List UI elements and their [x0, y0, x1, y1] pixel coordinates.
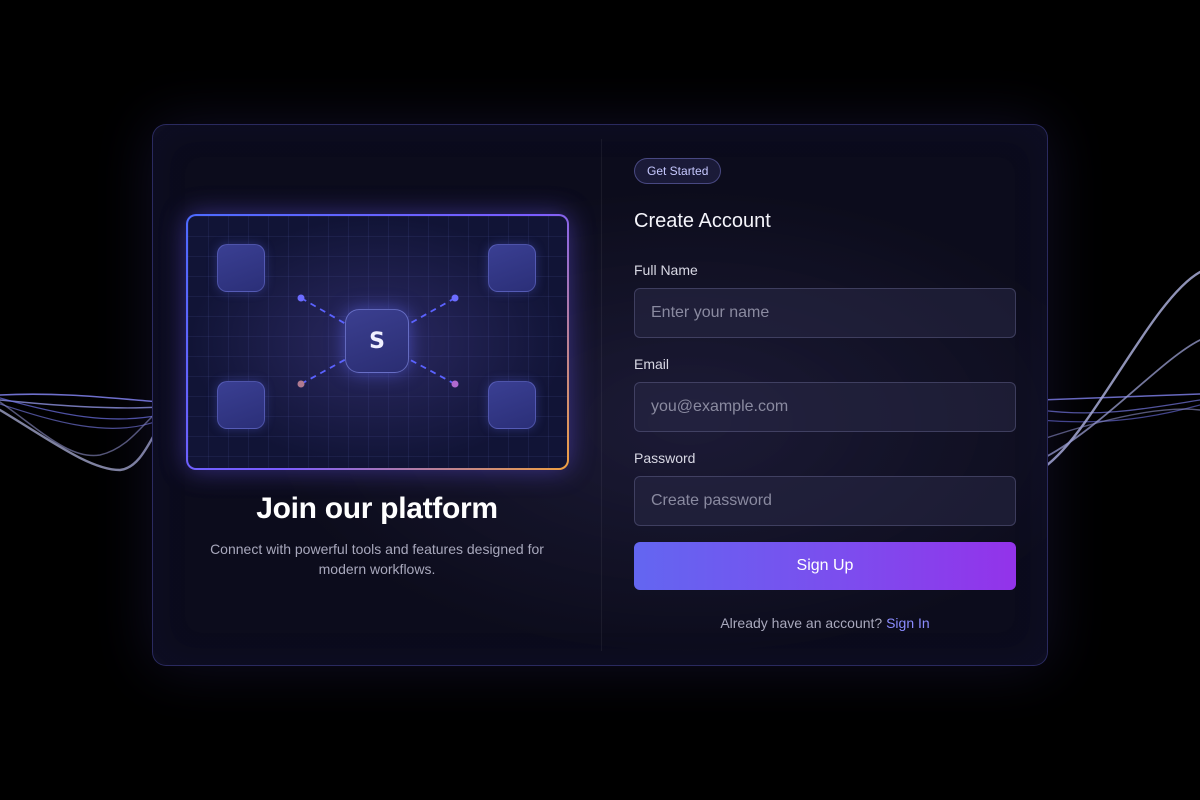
full-name-input[interactable] [651, 304, 999, 322]
email-label: Email [634, 356, 670, 372]
password-field[interactable] [634, 476, 1016, 526]
sign-in-link[interactable]: Sign In [886, 615, 930, 631]
hero-illustration: S [186, 214, 569, 470]
email-input[interactable] [651, 398, 999, 416]
app-tile-bottom-right [488, 381, 536, 429]
app-tile-top-left [217, 244, 265, 292]
left-panel-title: Join our platform [256, 492, 498, 525]
signin-prompt: Already have an account? Sign In [634, 615, 1016, 631]
node-dot [297, 294, 305, 302]
get-started-badge: Get Started [634, 158, 722, 184]
left-panel-subtitle: Connect with powerful tools and features… [210, 541, 544, 577]
node-dot [451, 294, 459, 302]
form-title: Create Account [634, 210, 771, 232]
email-field[interactable] [634, 382, 1016, 432]
signin-prompt-text: Already have an account? [720, 615, 883, 631]
illustration-grid: S [188, 216, 567, 468]
password-input[interactable] [651, 492, 999, 510]
panel-divider [601, 139, 602, 651]
full-name-label: Full Name [634, 262, 698, 278]
sign-up-button[interactable]: Sign Up [634, 542, 1016, 590]
node-dot [451, 380, 459, 388]
logo-hub: S [345, 309, 409, 373]
password-label: Password [634, 450, 696, 466]
signup-card: S Join our platform Connect with powerfu… [152, 124, 1048, 666]
node-dot [297, 380, 305, 388]
full-name-field[interactable] [634, 288, 1016, 338]
app-tile-bottom-left [217, 381, 265, 429]
app-tile-top-right [488, 244, 536, 292]
